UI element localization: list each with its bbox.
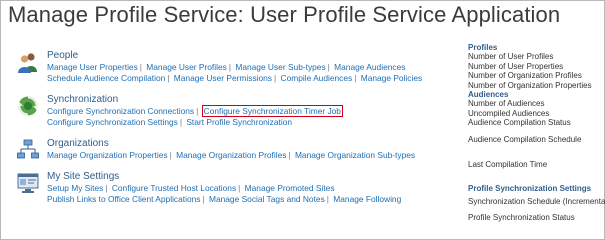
link-configure-trusted-host-locations[interactable]: Configure Trusted Host Locations xyxy=(112,183,236,193)
sidebar-item-uncompiled-audiences: Uncompiled Audiences xyxy=(468,108,550,118)
link-configure-sync-timer-job[interactable]: Configure Synchronization Timer Job xyxy=(201,105,343,117)
sync-globe-icon xyxy=(17,96,39,116)
link-manage-org-subtypes[interactable]: Manage Organization Sub-types xyxy=(295,150,415,160)
people-icon xyxy=(18,53,37,73)
page-title: Manage Profile Service: User Profile Ser… xyxy=(8,2,561,27)
section-heading-people[interactable]: People xyxy=(47,50,447,62)
link-manage-user-profiles[interactable]: Manage User Profiles xyxy=(146,62,227,72)
link-configure-sync-connections[interactable]: Configure Synchronization Connections xyxy=(47,106,194,116)
my-site-icon xyxy=(17,173,39,193)
status-sidebar: Profiles Number of User Profiles Number … xyxy=(468,43,605,222)
link-manage-following[interactable]: Manage Following xyxy=(333,194,401,204)
sidebar-item-user-properties: Number of User Properties xyxy=(468,61,564,71)
org-chart-icon xyxy=(17,139,39,159)
sidebar-heading-profiles: Profiles xyxy=(468,43,498,52)
link-manage-social-tags[interactable]: Manage Social Tags and Notes xyxy=(209,194,325,204)
sidebar-item-org-properties: Number of Organization Properties xyxy=(468,80,592,90)
link-manage-promoted-sites[interactable]: Manage Promoted Sites xyxy=(245,183,335,193)
link-manage-org-properties[interactable]: Manage Organization Properties xyxy=(47,150,168,160)
sidebar-heading-audiences: Audiences xyxy=(468,90,509,100)
link-publish-links-office[interactable]: Publish Links to Office Client Applicati… xyxy=(47,194,200,204)
sidebar-item-last-compilation-time: Last Compilation Time xyxy=(468,160,548,170)
link-configure-sync-settings[interactable]: Configure Synchronization Settings xyxy=(47,117,178,127)
link-compile-audiences[interactable]: Compile Audiences xyxy=(281,73,353,83)
sidebar-item-num-audiences: Number of Audiences xyxy=(468,99,545,109)
link-setup-my-sites[interactable]: Setup My Sites xyxy=(47,183,103,193)
link-manage-org-profiles[interactable]: Manage Organization Profiles xyxy=(176,150,286,160)
sidebar-item-audience-compilation-status: Audience Compilation Status xyxy=(468,118,571,128)
sidebar-item-org-profiles: Number of Organization Profiles xyxy=(468,71,582,81)
page-frame: Manage Profile Service: User Profile Ser… xyxy=(0,0,605,240)
sidebar-item-audience-compilation-schedule: Audience Compilation Schedule xyxy=(468,134,582,144)
section-heading-my-site-settings[interactable]: My Site Settings xyxy=(47,171,447,183)
sidebar-item-profile-sync-status: Profile Synchronization Status xyxy=(468,212,575,222)
sidebar-item-sync-schedule: Synchronization Schedule (Incremental) xyxy=(468,197,605,207)
link-start-profile-sync[interactable]: Start Profile Synchronization xyxy=(186,117,292,127)
section-heading-synchronization[interactable]: Synchronization xyxy=(47,94,447,106)
link-manage-audiences[interactable]: Manage Audiences xyxy=(334,62,405,72)
link-manage-policies[interactable]: Manage Policies xyxy=(361,73,422,83)
sidebar-item-user-profiles: Number of User Profiles xyxy=(468,52,554,62)
sidebar-heading-profile-sync: Profile Synchronization Settings xyxy=(468,183,592,193)
section-heading-organizations[interactable]: Organizations xyxy=(47,138,447,150)
link-manage-user-properties[interactable]: Manage User Properties xyxy=(47,62,138,72)
link-schedule-audience-compilation[interactable]: Schedule Audience Compilation xyxy=(47,73,165,83)
link-manage-user-subtypes[interactable]: Manage User Sub-types xyxy=(235,62,325,72)
link-manage-user-permissions[interactable]: Manage User Permissions xyxy=(174,73,272,83)
